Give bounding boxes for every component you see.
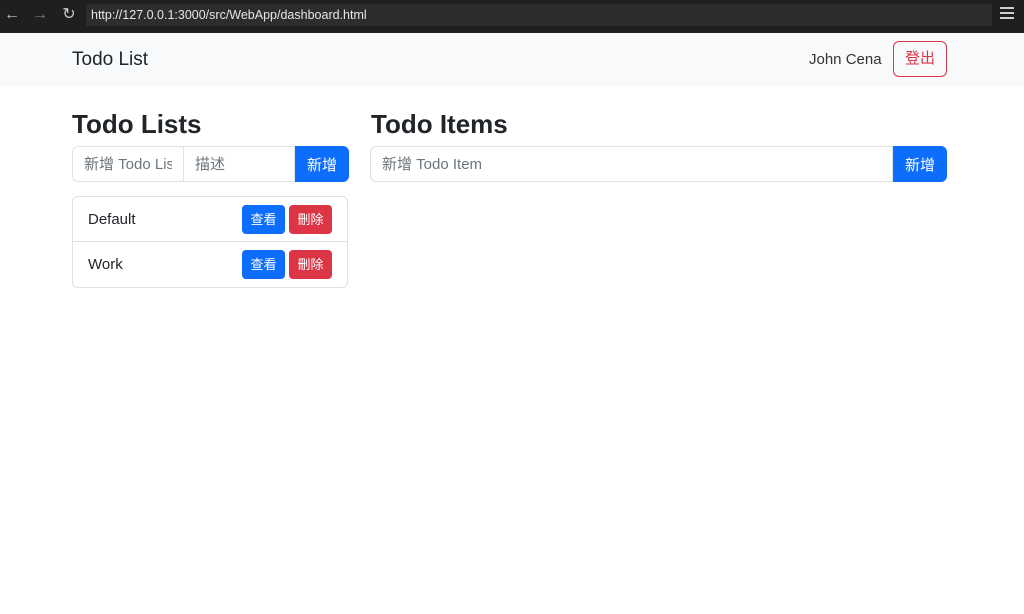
delete-list-button[interactable]: 刪除	[289, 205, 332, 234]
new-item-input[interactable]	[370, 146, 893, 182]
reload-icon[interactable]: ↻	[59, 5, 79, 25]
list-item-name: Default	[88, 211, 136, 228]
logout-button[interactable]: 登出	[893, 41, 947, 77]
view-list-button[interactable]: 查看	[242, 205, 285, 234]
list-item: Default 查看 刪除	[73, 197, 347, 242]
new-list-description-input[interactable]	[184, 146, 295, 182]
list-item: Work 查看 刪除	[73, 242, 347, 287]
browser-toolbar: ← → ↻ http://127.0.0.1:3000/src/WebApp/d…	[0, 0, 1024, 33]
list-item-name: Work	[88, 256, 123, 273]
todo-lists: Default 查看 刪除 Work 查看 刪除	[72, 196, 348, 288]
address-bar[interactable]: http://127.0.0.1:3000/src/WebApp/dashboa…	[86, 4, 992, 26]
navbar-brand[interactable]: Todo List	[72, 49, 148, 71]
new-list-form: 新增	[72, 146, 349, 182]
todo-items-heading: Todo Items	[371, 109, 508, 139]
add-item-button[interactable]: 新增	[893, 146, 947, 182]
forward-arrow-icon[interactable]: →	[30, 5, 50, 25]
todo-lists-heading: Todo Lists	[72, 109, 202, 139]
add-list-button[interactable]: 新增	[295, 146, 349, 182]
username-label: John Cena	[809, 51, 882, 68]
view-list-button[interactable]: 查看	[242, 250, 285, 279]
delete-list-button[interactable]: 刪除	[289, 250, 332, 279]
menu-icon[interactable]	[1000, 7, 1014, 21]
app-navbar: Todo List John Cena 登出	[0, 33, 1024, 86]
back-arrow-icon[interactable]: ←	[2, 5, 22, 25]
new-list-name-input[interactable]	[72, 146, 184, 182]
new-item-form: 新增	[370, 146, 947, 182]
